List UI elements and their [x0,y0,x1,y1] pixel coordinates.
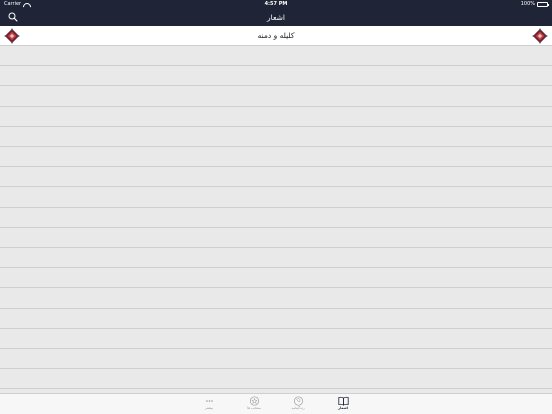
star-icon [249,396,259,406]
status-bar: Carrier 4:57 PM 100% [0,0,552,9]
tab-more-label: بیشتر [204,406,214,410]
list-item[interactable] [0,308,552,329]
status-time: 4:57 PM [264,1,288,7]
list-item[interactable] [0,349,552,370]
list-item[interactable] [0,187,552,208]
list-item[interactable] [0,46,552,67]
list-item[interactable] [0,329,552,349]
app-screen: Carrier 4:57 PM 100% اشعار کلیله و دمنه … [0,0,552,414]
list-item[interactable] [0,127,552,147]
list-item[interactable] [0,86,552,107]
tab-biography-label: زندگینامه [291,406,305,410]
tab-more[interactable]: بیشتر [194,396,224,414]
battery-icon [537,2,549,7]
more-icon [205,400,213,402]
tab-poems-label: اشعار [338,406,348,410]
tab-biography[interactable]: زندگینامه [283,396,313,414]
battery-percent: 100% [520,1,535,7]
tab-favorites-label: منتخب ها [247,406,261,410]
list-item[interactable] [0,288,552,309]
list-item[interactable] [0,207,552,228]
top-bar: Carrier 4:57 PM 100% اشعار [0,0,552,26]
book-icon [337,396,349,406]
list-item[interactable] [0,228,552,248]
list-item[interactable]: کلیله و دمنه [0,26,552,46]
ornament-icon [532,28,548,44]
battery-info: 100% [520,0,549,9]
tab-bar: بیشتر منتخب ها زندگینامه اشعار [0,393,552,414]
tab-poems[interactable]: اشعار [328,396,358,414]
tab-favorites[interactable]: منتخب ها [239,396,269,414]
list-item[interactable] [0,369,552,390]
list-item[interactable] [0,248,552,269]
page-title: اشعار [267,13,285,22]
list-item[interactable] [0,268,552,289]
list-item[interactable] [0,106,552,127]
navigation-bar: اشعار [0,9,552,26]
list-item[interactable] [0,167,552,188]
list-item[interactable] [0,147,552,168]
poem-list: کلیله و دمنه [0,26,552,410]
profile-icon [293,396,303,406]
list-item[interactable] [0,66,552,87]
list-item-label: کلیله و دمنه [257,31,295,40]
